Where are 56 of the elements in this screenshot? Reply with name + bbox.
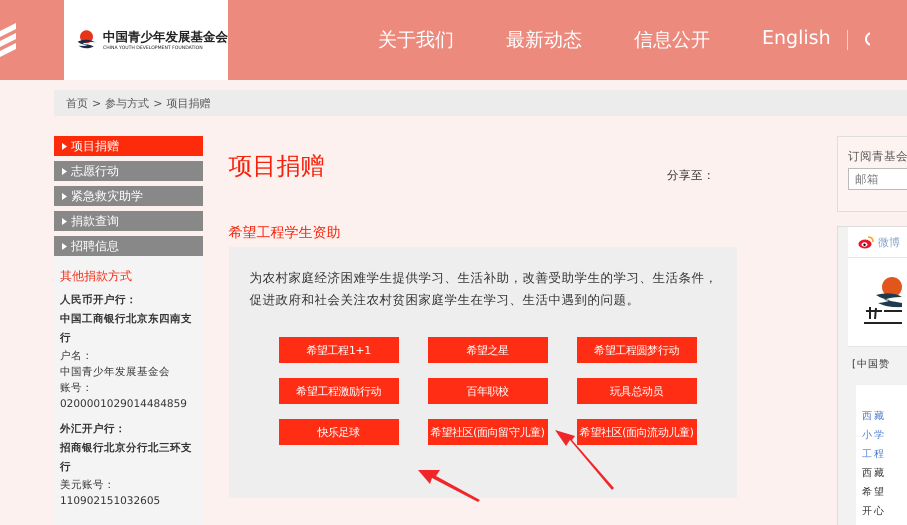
account-info-text: 人民币开户行： bbox=[60, 293, 138, 308]
breadcrumb-separator: > bbox=[92, 96, 102, 110]
annotation-arrow bbox=[418, 470, 480, 502]
account-info-text: 账号： bbox=[60, 381, 94, 396]
email-field[interactable]: 邮箱 bbox=[848, 168, 907, 190]
caret-icon bbox=[62, 218, 67, 224]
weibo-link[interactable]: 工程 bbox=[862, 445, 907, 464]
weibo-text: 西藏 bbox=[862, 466, 887, 481]
project-button[interactable]: 希望工程1+1 bbox=[278, 337, 399, 363]
account-info-text: 0200001029014484859 bbox=[60, 397, 188, 412]
weibo-link[interactable]: 西藏 bbox=[862, 407, 907, 426]
sidebar-item[interactable]: 志愿行动 bbox=[54, 161, 203, 181]
weibo-link[interactable]: 小学 bbox=[862, 426, 907, 445]
breadcrumb-link[interactable]: 项目捐赠 bbox=[166, 96, 210, 110]
account-info-text: 中国青少年发展基金会 bbox=[60, 365, 171, 380]
sidebar-item[interactable]: 项目捐赠 bbox=[54, 136, 203, 156]
weibo-text: 希望 bbox=[862, 486, 887, 500]
breadcrumb-link[interactable]: 参与方式 bbox=[105, 96, 150, 110]
sidebar-item[interactable]: 招聘信息 bbox=[54, 236, 203, 256]
caret-icon bbox=[62, 242, 67, 250]
nav-link[interactable]: 信息公开 bbox=[634, 27, 762, 53]
project-button[interactable]: 百年职校 bbox=[428, 378, 548, 404]
project-button[interactable]: 玩具总动员 bbox=[576, 378, 697, 404]
breadcrumb-separator: > bbox=[153, 96, 162, 110]
project-button[interactable]: 希望社区(面向留守儿童) bbox=[428, 419, 548, 445]
stripes-icon bbox=[0, 23, 16, 57]
nav-link[interactable]: English bbox=[762, 27, 831, 53]
weibo-text: 开心 bbox=[862, 504, 887, 519]
project-button[interactable]: 希望工程激励行动 bbox=[278, 378, 399, 404]
page-title: 项目捐赠 bbox=[228, 151, 325, 182]
weibo-tab[interactable]: 微博 bbox=[878, 234, 900, 250]
account-info-text: 招商银行北京分行北三环支行 bbox=[60, 441, 193, 475]
project-button[interactable]: 希望之星 bbox=[428, 337, 548, 363]
project-button[interactable]: 希望工程圆梦行动 bbox=[576, 337, 697, 363]
account-info-text: 中国工商银行北京东四南支行 bbox=[60, 312, 193, 346]
caret-icon bbox=[62, 168, 67, 174]
nav-link[interactable]: 关于我们 bbox=[378, 27, 506, 53]
nav-link[interactable]: 最新动态 bbox=[506, 27, 634, 53]
project-button[interactable]: 快乐足球 bbox=[278, 419, 399, 445]
weibo-icon bbox=[858, 236, 874, 248]
sidebar-item[interactable]: 捐款查询 bbox=[54, 211, 203, 231]
description-text: 为农村家庭经济困难学生提供学习、生活补助，改善受助学生的学习、生活条件，促进政府和社会关注农村贫困家庭学生在学习、生活中遇到的问题。 bbox=[250, 269, 719, 309]
account-info-text: 美元账号： bbox=[60, 478, 116, 493]
account-info-text: 户名： bbox=[60, 349, 94, 364]
project-button[interactable]: 希望社区(面向流动儿童) bbox=[576, 419, 697, 445]
caret-icon bbox=[62, 142, 67, 150]
other-donation-title: 其他捐款方式 bbox=[60, 268, 133, 285]
sidebar-item[interactable]: 紧急救灾助学 bbox=[54, 186, 203, 206]
account-info-text: 外汇开户行： bbox=[60, 422, 127, 437]
section-title: 希望工程学生资助 bbox=[228, 224, 342, 242]
account-info-text: 110902151032605 bbox=[60, 494, 162, 509]
logo-title: 中国青少年发展基金会 bbox=[103, 29, 228, 46]
share-label: 分享至： bbox=[667, 168, 715, 183]
breadcrumb-link[interactable]: 首页 bbox=[66, 96, 88, 110]
caret-icon bbox=[62, 192, 67, 200]
weibo-post-title: [中国赞 bbox=[852, 358, 891, 371]
